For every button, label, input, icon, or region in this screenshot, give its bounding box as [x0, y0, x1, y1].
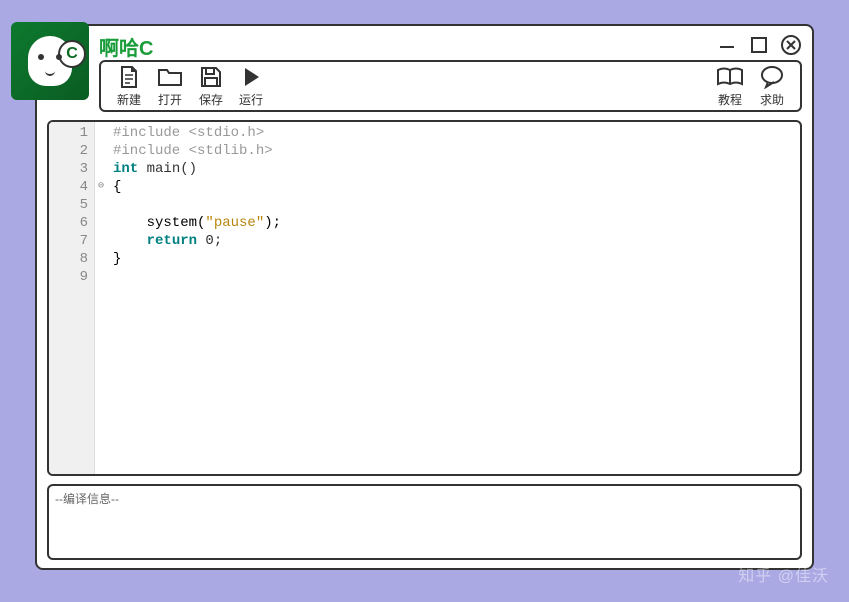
code-editor[interactable]: 123456789 ⊖ #include <stdio.h>#include <… — [47, 120, 802, 476]
output-header: --编译信息-- — [55, 492, 119, 506]
code-line[interactable]: } — [113, 250, 281, 268]
line-number: 1 — [51, 124, 88, 142]
toolbar: 新建 打开 保存 运行 教程 — [99, 60, 802, 112]
code-line[interactable] — [113, 196, 281, 214]
app-window: C 啊哈C 新建 打开 保存 — [35, 24, 814, 570]
code-line[interactable]: #include <stdlib.h> — [113, 142, 281, 160]
watermark: 知乎 @佳沃 — [738, 562, 829, 586]
help-label: 求助 — [760, 91, 784, 108]
close-button[interactable] — [780, 34, 802, 56]
fold-marker — [95, 160, 107, 178]
maximize-icon — [749, 35, 769, 55]
run-button[interactable]: 运行 — [231, 63, 271, 110]
line-number: 7 — [51, 232, 88, 250]
line-gutter: 123456789 — [49, 122, 95, 474]
open-button[interactable]: 打开 — [149, 63, 191, 110]
new-label: 新建 — [117, 91, 141, 108]
fold-marker — [95, 232, 107, 250]
run-label: 运行 — [239, 91, 263, 108]
save-button[interactable]: 保存 — [191, 63, 231, 110]
help-button[interactable]: 求助 — [752, 63, 792, 110]
speech-icon — [760, 65, 784, 89]
line-number: 2 — [51, 142, 88, 160]
logo-face: C — [28, 36, 72, 86]
tutorial-button[interactable]: 教程 — [708, 63, 752, 110]
line-number: 3 — [51, 160, 88, 178]
fold-marker[interactable]: ⊖ — [95, 178, 107, 196]
line-number: 9 — [51, 268, 88, 286]
code-line[interactable]: { — [113, 178, 281, 196]
fold-marker — [95, 214, 107, 232]
save-label: 保存 — [199, 91, 223, 108]
minimize-icon — [717, 35, 737, 55]
folder-icon — [157, 65, 183, 89]
minimize-button[interactable] — [716, 34, 738, 56]
code-line[interactable]: system("pause"); — [113, 214, 281, 232]
code-line[interactable]: #include <stdio.h> — [113, 124, 281, 142]
output-panel[interactable]: --编译信息-- — [47, 484, 802, 560]
window-controls — [716, 34, 802, 56]
fold-marker — [95, 142, 107, 160]
logo-badge: C — [58, 40, 86, 68]
code-line[interactable]: return 0; — [113, 232, 281, 250]
line-number: 6 — [51, 214, 88, 232]
line-number: 8 — [51, 250, 88, 268]
fold-marker — [95, 196, 107, 214]
code-line[interactable]: int main() — [113, 160, 281, 178]
tutorial-label: 教程 — [718, 91, 742, 108]
new-button[interactable]: 新建 — [109, 63, 149, 110]
fold-marker — [95, 268, 107, 286]
app-logo: C — [11, 22, 89, 100]
fold-column: ⊖ — [95, 122, 107, 474]
open-label: 打开 — [158, 91, 182, 108]
code-line[interactable] — [113, 268, 281, 286]
line-number: 4 — [51, 178, 88, 196]
close-icon — [780, 34, 802, 56]
maximize-button[interactable] — [748, 34, 770, 56]
book-icon — [716, 65, 744, 89]
save-icon — [199, 65, 223, 89]
app-title: 啊哈C — [99, 32, 153, 61]
line-number: 5 — [51, 196, 88, 214]
fold-marker — [95, 124, 107, 142]
code-area[interactable]: #include <stdio.h>#include <stdlib.h>int… — [107, 122, 287, 474]
file-icon — [118, 65, 140, 89]
fold-marker — [95, 250, 107, 268]
play-icon — [241, 65, 261, 89]
